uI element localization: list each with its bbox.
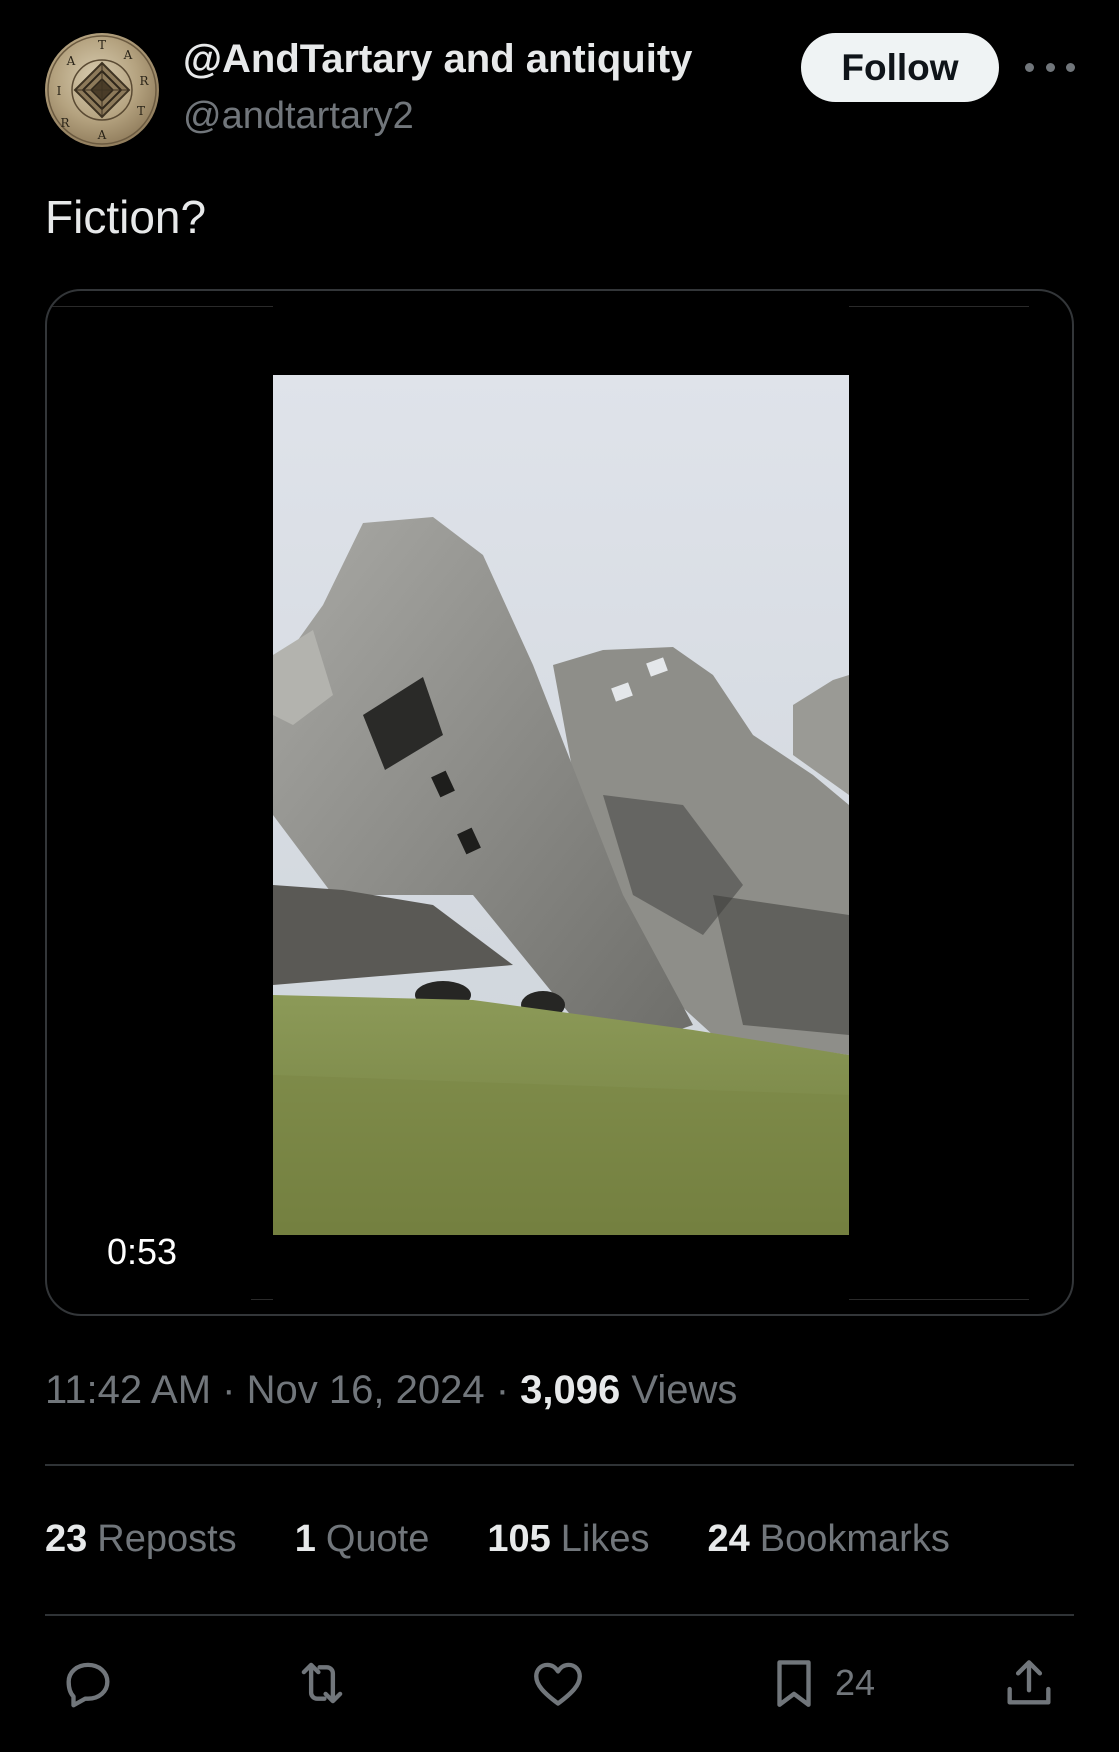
tweet-time[interactable]: 11:42 AM <box>45 1368 211 1412</box>
likes-stat[interactable]: 105 Likes <box>487 1518 649 1561</box>
divider <box>47 306 273 307</box>
divider <box>849 1299 1029 1300</box>
bookmark-count: 24 <box>835 1662 876 1703</box>
svg-text:T: T <box>98 38 106 52</box>
share-button[interactable] <box>1000 1650 1058 1716</box>
video-thumbnail[interactable] <box>273 375 849 1235</box>
share-icon <box>1007 1660 1051 1705</box>
views-count: 3,096 <box>520 1368 621 1412</box>
divider <box>251 1299 273 1300</box>
likes-count: 105 <box>487 1518 551 1560</box>
quotes-label: Quote <box>325 1518 430 1560</box>
bookmark-button[interactable]: 24 <box>765 1650 875 1716</box>
repost-icon <box>301 1662 343 1704</box>
bookmarks-count: 24 <box>707 1518 750 1560</box>
video-duration: 0:53 <box>107 1231 178 1272</box>
reply-icon <box>66 1662 110 1708</box>
engagement-stats: 23 Reposts 1 Quote 105 Likes 24 Bookmarks <box>45 1518 1008 1561</box>
avatar[interactable]: T A R T A R I A <box>45 33 159 147</box>
like-button[interactable] <box>529 1650 587 1716</box>
author-handle[interactable]: @andtartary2 <box>183 95 414 138</box>
reply-button[interactable] <box>59 1650 117 1716</box>
reposts-label: Reposts <box>97 1518 237 1560</box>
more-options-button[interactable] <box>1025 53 1075 81</box>
svg-text:R: R <box>139 74 149 88</box>
author-display-name[interactable]: @AndTartary and antiquity <box>183 37 692 82</box>
tweet-text: Fiction? <box>45 191 207 243</box>
more-horizontal-icon-dot <box>1066 62 1075 72</box>
follow-button[interactable]: Follow <box>801 33 999 102</box>
tweet-date[interactable]: Nov 16, 2024 <box>247 1368 485 1412</box>
meta-separator: · <box>222 1368 236 1412</box>
reposts-count: 23 <box>45 1518 88 1560</box>
svg-text:A: A <box>97 128 107 142</box>
svg-text:A: A <box>123 48 133 62</box>
bookmark-icon <box>777 1660 811 1707</box>
tweet-meta: 11:42 AM · Nov 16, 2024 · 3,096 Views <box>45 1368 737 1413</box>
castle-ruin-image <box>273 375 849 1235</box>
video-player[interactable]: 0:53 <box>45 289 1074 1316</box>
reposts-stat[interactable]: 23 Reposts <box>45 1518 237 1561</box>
bookmarks-stat[interactable]: 24 Bookmarks <box>707 1518 949 1561</box>
tartary-seal-icon: T A R T A R I A <box>47 35 157 145</box>
svg-text:T: T <box>137 104 145 118</box>
heart-icon <box>534 1662 582 1706</box>
divider <box>45 1614 1074 1616</box>
quotes-stat[interactable]: 1 Quote <box>295 1518 430 1561</box>
likes-label: Likes <box>560 1518 650 1560</box>
quotes-count: 1 <box>294 1518 316 1560</box>
bookmarks-label: Bookmarks <box>759 1518 950 1560</box>
svg-text:A: A <box>66 54 76 68</box>
svg-text:R: R <box>60 116 70 130</box>
svg-text:I: I <box>57 84 62 98</box>
more-horizontal-icon <box>1025 62 1034 72</box>
more-horizontal-icon-dot <box>1045 62 1055 72</box>
meta-separator: · <box>495 1368 510 1412</box>
views-label: Views <box>631 1368 738 1412</box>
divider <box>45 1464 1074 1466</box>
action-bar: 24 <box>45 1650 1074 1716</box>
tweet-header: T A R T A R I A @AndTartary and antiquit… <box>45 33 1075 148</box>
repost-button[interactable] <box>293 1650 351 1716</box>
divider <box>849 306 1029 307</box>
